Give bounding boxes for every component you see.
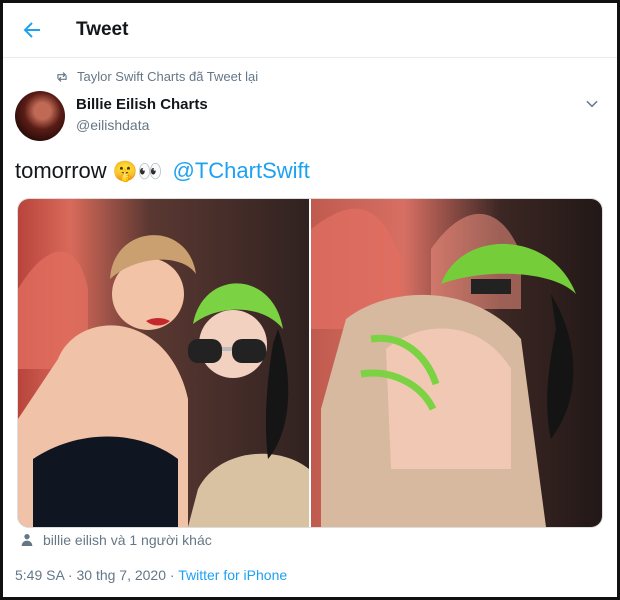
page-title: Tweet: [76, 19, 129, 40]
photo-left-illustration: [18, 235, 309, 527]
timestamp-row: 5:49 SA · 30 thg 7, 2020 · Twitter for i…: [15, 567, 287, 583]
retweet-icon: [57, 71, 67, 82]
photo-right[interactable]: [311, 199, 602, 527]
back-arrow-icon[interactable]: [20, 18, 44, 42]
user-icon: [21, 534, 33, 546]
photo-left[interactable]: [18, 199, 309, 527]
retweet-label: Taylor Swift Charts đã Tweet lại: [77, 69, 259, 84]
mention-link[interactable]: @TChartSwift: [173, 158, 310, 184]
likes-row[interactable]: billie eilish và 1 người khác: [19, 532, 212, 548]
media-grid[interactable]: [17, 198, 603, 528]
header-bar: Tweet: [3, 3, 617, 58]
tweet-text: tomorrow: [15, 158, 107, 183]
timestamp: 5:49 SA · 30 thg 7, 2020 ·: [15, 567, 179, 583]
likes-text: billie eilish và 1 người khác: [43, 532, 212, 548]
source-link[interactable]: Twitter for iPhone: [178, 567, 287, 583]
photo-right-illustration: [311, 208, 576, 527]
retweet-context: Taylor Swift Charts đã Tweet lại: [55, 69, 258, 84]
chevron-down-icon[interactable]: [583, 95, 601, 113]
author-name[interactable]: Billie Eilish Charts: [76, 96, 208, 113]
author-handle[interactable]: @eilishdata: [76, 117, 149, 133]
avatar[interactable]: [15, 91, 65, 141]
tweet-emoji: 🤫👀: [112, 160, 163, 183]
tweet-body: tomorrow 🤫👀 @TChartSwift: [15, 158, 310, 184]
tweet-window: Tweet Taylor Swift Charts đã Tweet lại B…: [0, 0, 620, 600]
